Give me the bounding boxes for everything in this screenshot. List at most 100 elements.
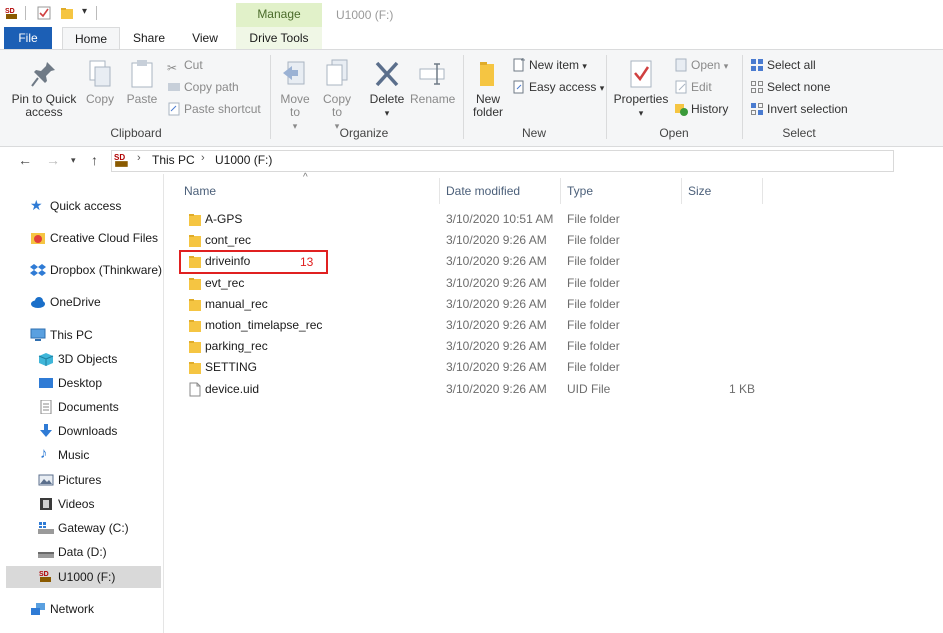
up-arrow-icon[interactable]: ↑ <box>91 152 98 168</box>
file-date-modified: 3/10/2020 9:26 AM <box>446 254 547 268</box>
tab-share[interactable]: Share <box>126 27 172 49</box>
recent-locations-chevron-icon[interactable]: ▾ <box>71 155 76 166</box>
file-date-modified: 3/10/2020 9:26 AM <box>446 360 547 374</box>
new-item-icon <box>513 58 525 72</box>
manage-contextual-tab[interactable]: Manage <box>236 3 322 27</box>
move-to-button[interactable]: Move to ▾ <box>278 58 312 133</box>
history-button[interactable]: History <box>674 100 728 118</box>
title-bar <box>0 0 943 27</box>
column-divider[interactable] <box>439 178 440 204</box>
sort-ascending-icon: ^ <box>303 172 308 183</box>
delete-x-icon <box>375 61 399 87</box>
file-type: UID File <box>567 382 611 396</box>
folder-icon <box>189 235 201 247</box>
copy-to-button[interactable]: Copy to ▾ <box>320 58 354 133</box>
new-folder-qa-icon[interactable] <box>60 6 74 20</box>
file-date-modified: 3/10/2020 9:26 AM <box>446 297 547 311</box>
easy-access-button[interactable]: Easy access ▾ <box>512 78 604 96</box>
copy-button[interactable]: Copy <box>84 58 116 106</box>
file-row[interactable]: manual_rec 3/10/2020 9:26 AM File folder <box>180 294 780 315</box>
file-row[interactable]: parking_rec 3/10/2020 9:26 AM File folder <box>180 336 780 357</box>
file-name: parking_rec <box>205 339 268 353</box>
file-name: evt_rec <box>205 276 245 290</box>
column-header-type[interactable]: Type <box>567 184 593 198</box>
properties-button[interactable]: Properties ▾ <box>613 58 669 120</box>
qa-divider <box>96 6 97 20</box>
history-label: History <box>691 102 729 116</box>
column-header-name[interactable]: Name <box>184 184 216 198</box>
select-none-icon <box>751 81 763 93</box>
properties-check-icon[interactable] <box>37 6 51 20</box>
cut-label: Cut <box>184 58 203 72</box>
properties-icon <box>630 60 652 88</box>
creative-cloud-icon <box>31 233 45 244</box>
file-date-modified: 3/10/2020 9:26 AM <box>446 233 547 247</box>
select-none-button[interactable]: Select none <box>750 78 830 96</box>
breadcrumb-chevron-icon[interactable]: › <box>201 152 205 164</box>
column-header-date-modified[interactable]: Date modified <box>446 184 520 198</box>
group-label-organize: Organize <box>339 126 389 140</box>
rename-button[interactable]: Rename <box>410 58 455 106</box>
cube-3d-icon <box>38 353 54 366</box>
new-item-button[interactable]: New item ▾ <box>512 56 587 74</box>
file-date-modified: 3/10/2020 9:26 AM <box>446 318 547 332</box>
paste-button[interactable]: Paste <box>124 58 160 106</box>
select-all-label: Select all <box>767 58 816 72</box>
file-row[interactable]: A-GPS 3/10/2020 10:51 AM File folder <box>180 209 780 230</box>
paste-shortcut-button[interactable]: Paste shortcut <box>167 100 261 118</box>
folder-icon <box>189 362 201 374</box>
nav-label: Desktop <box>58 376 103 390</box>
pin-to-quick-access-button[interactable]: Pin to Quick access <box>10 58 78 119</box>
file-row[interactable]: motion_timelapse_rec 3/10/2020 9:26 AM Fil… <box>180 315 780 336</box>
open-button[interactable]: Open ▾ <box>674 56 728 74</box>
folder-icon <box>189 341 201 353</box>
nav-label: This PC <box>50 328 93 342</box>
invert-selection-icon <box>751 103 763 115</box>
file-name: cont_rec <box>205 233 252 247</box>
ribbon-separator <box>742 55 743 139</box>
tab-drive-tools[interactable]: Drive Tools <box>236 27 322 49</box>
computer-icon <box>30 328 46 341</box>
delete-button[interactable]: Delete ▾ <box>369 58 405 120</box>
breadcrumb-this-pc[interactable]: This PC <box>152 153 195 167</box>
tab-view[interactable]: View <box>182 27 228 49</box>
file-row[interactable]: SETTING 3/10/2020 9:26 AM File folder <box>180 357 780 378</box>
qa-customize-icon[interactable]: ▾ <box>82 6 87 17</box>
music-note-icon: ♪ <box>40 445 48 462</box>
file-row[interactable]: device.uid 3/10/2020 9:26 AM UID File 1 KB <box>180 379 780 400</box>
column-divider[interactable] <box>681 178 682 204</box>
file-type: File folder <box>567 339 620 353</box>
file-row[interactable]: cont_rec 3/10/2020 9:26 AM File folder <box>180 230 780 251</box>
copy-to-icon <box>326 59 348 86</box>
file-date-modified: 3/10/2020 9:26 AM <box>446 276 547 290</box>
pin-label: Pin to Quick access <box>11 92 77 119</box>
column-divider[interactable] <box>762 178 763 204</box>
tab-file[interactable]: File <box>4 27 52 49</box>
breadcrumb-u1000[interactable]: U1000 (F:) <box>215 153 272 167</box>
nav-label: Gateway (C:) <box>58 521 129 535</box>
new-item-label: New item <box>529 58 580 72</box>
file-date-modified: 3/10/2020 9:26 AM <box>446 382 547 396</box>
move-to-icon <box>283 61 305 85</box>
breadcrumb-chevron-icon[interactable]: › <box>137 152 141 164</box>
select-all-icon <box>751 59 763 71</box>
copy-path-button[interactable]: Copy path <box>167 78 239 96</box>
new-folder-button[interactable]: New folder <box>470 58 506 119</box>
cut-button[interactable]: ✂ Cut <box>167 56 203 75</box>
edit-button[interactable]: Edit <box>674 78 712 96</box>
column-divider[interactable] <box>560 178 561 204</box>
select-all-button[interactable]: Select all <box>750 56 816 74</box>
file-row[interactable]: evt_rec 3/10/2020 9:26 AM File folder <box>180 273 780 294</box>
paste-shortcut-label: Paste shortcut <box>184 102 261 116</box>
nav-label: Documents <box>58 400 119 414</box>
column-header-size[interactable]: Size <box>688 184 711 198</box>
window-title: U1000 (F:) <box>336 8 394 22</box>
nav-label: Data (D:) <box>58 545 107 559</box>
forward-arrow-icon[interactable]: → <box>46 152 60 168</box>
back-arrow-icon[interactable]: ← <box>18 152 32 168</box>
invert-selection-button[interactable]: Invert selection <box>750 100 848 118</box>
edit-label: Edit <box>691 80 712 94</box>
tab-home[interactable]: Home <box>62 27 120 50</box>
dropbox-icon <box>30 264 46 276</box>
file-name: A-GPS <box>205 212 243 226</box>
